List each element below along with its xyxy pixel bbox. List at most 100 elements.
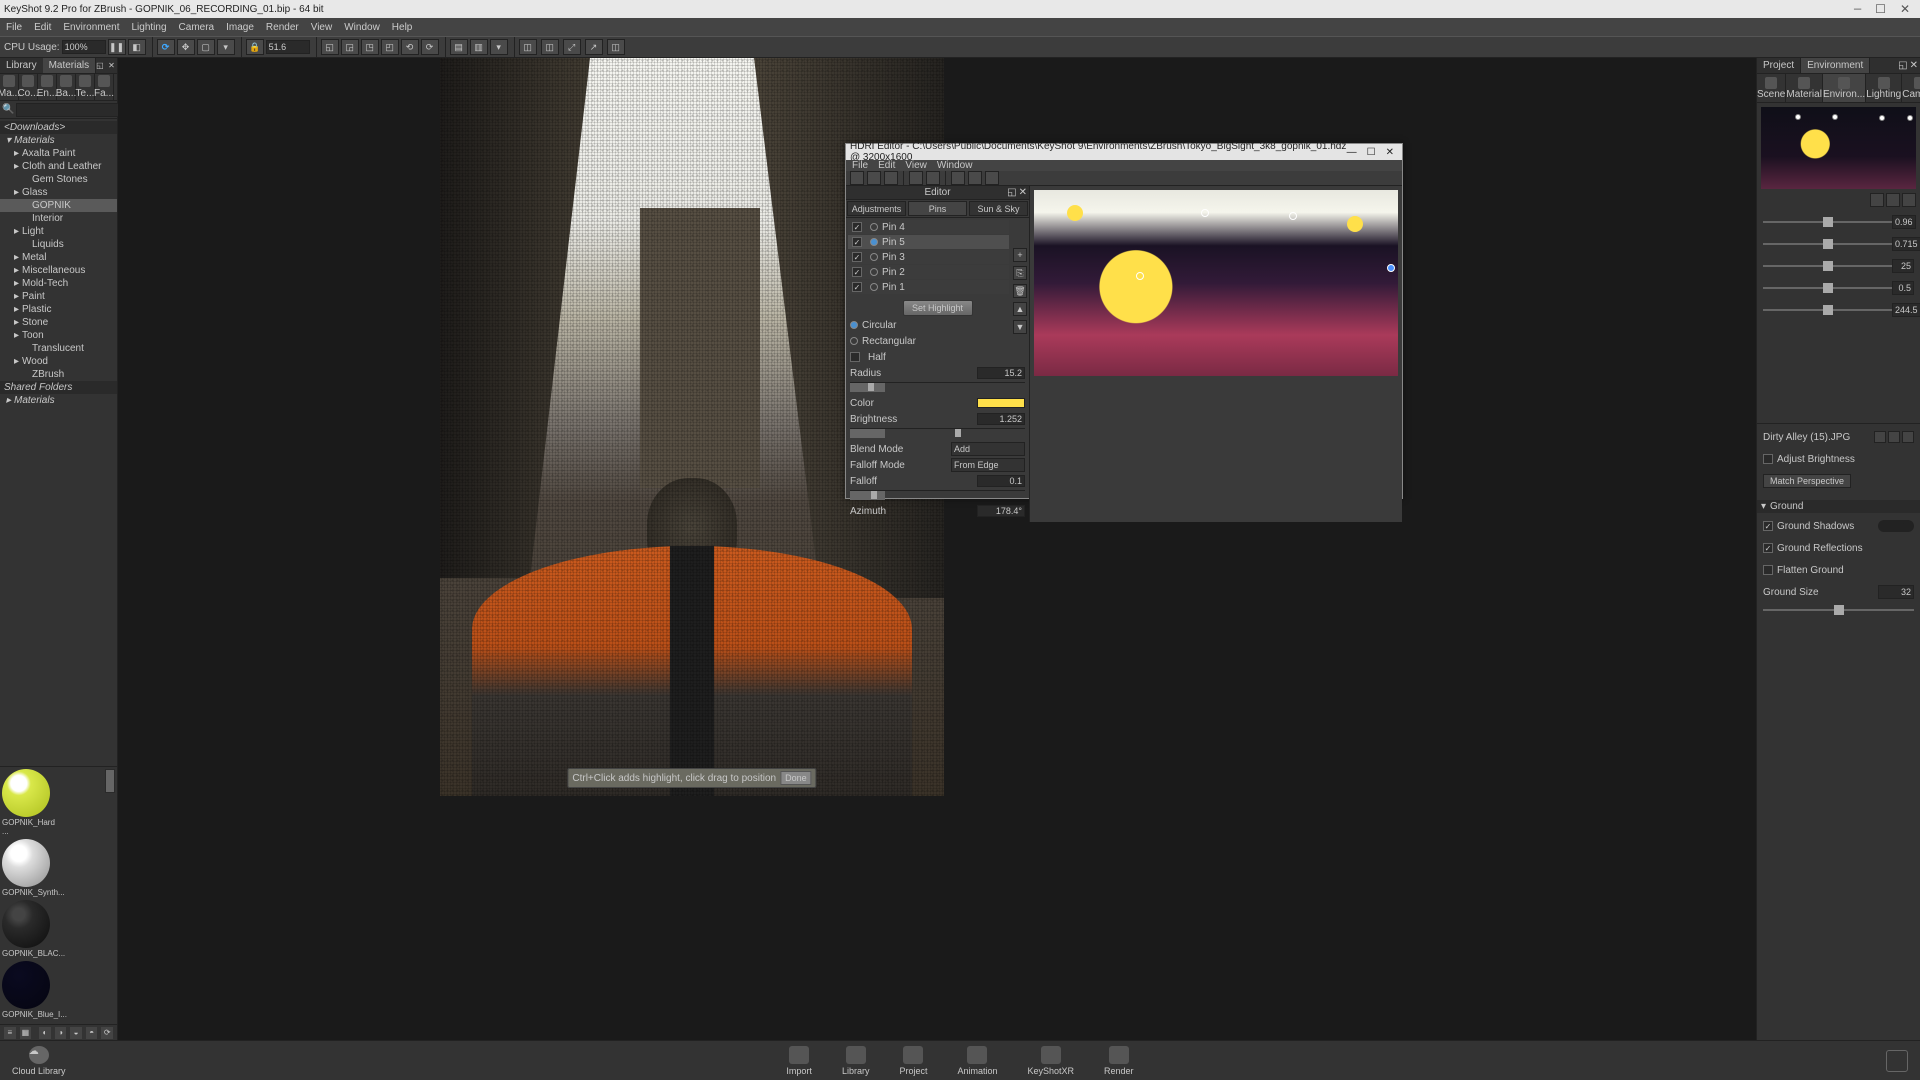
menu-file[interactable]: File xyxy=(6,22,22,33)
lock-icon[interactable]: 🔒 xyxy=(246,39,264,55)
tree-item-gem-stones[interactable]: Gem Stones xyxy=(0,173,117,186)
brightness-value[interactable]: 1.252 xyxy=(977,413,1025,425)
env-btn-add[interactable] xyxy=(1870,193,1884,207)
thumb-btn-c[interactable]: ◒ xyxy=(70,1027,82,1039)
tree-materials-2[interactable]: ▸Materials xyxy=(0,394,117,407)
cat-favorites[interactable]: Fa... xyxy=(95,74,114,100)
menu-image[interactable]: Image xyxy=(226,22,254,33)
ground-size-value[interactable]: 32 xyxy=(1878,585,1914,599)
tree-item-miscellaneous[interactable]: ▸Miscellaneous xyxy=(0,264,117,277)
shape-circular-radio[interactable] xyxy=(850,321,858,329)
frame-value-input[interactable] xyxy=(266,40,310,54)
tree-item-stone[interactable]: ▸Stone xyxy=(0,316,117,329)
ground-shadows-checkbox[interactable] xyxy=(1763,521,1773,531)
backplate-btn-b[interactable] xyxy=(1888,431,1900,443)
hdri-preview[interactable] xyxy=(1034,190,1398,376)
move-tool-icon[interactable]: ✥ xyxy=(177,39,195,55)
pin-row-pin-2[interactable]: Pin 2 xyxy=(848,265,1009,279)
tool-l-icon[interactable]: ⤢ xyxy=(563,39,581,55)
tool-b-icon[interactable]: ◲ xyxy=(341,39,359,55)
tree-item-translucent[interactable]: Translucent xyxy=(0,342,117,355)
hdri-tool-undo[interactable] xyxy=(909,171,923,185)
pin-row-pin-5[interactable]: Pin 5 xyxy=(848,235,1009,249)
close-button[interactable]: ✕ xyxy=(1900,2,1910,17)
env-slider-0[interactable] xyxy=(1763,221,1892,223)
hdri-tool-c[interactable] xyxy=(985,171,999,185)
hdri-tool-redo[interactable] xyxy=(926,171,940,185)
tool-f-icon[interactable]: ⟳ xyxy=(421,39,439,55)
hdri-minimize-button[interactable]: — xyxy=(1347,147,1357,158)
hdri-close-button[interactable]: ✕ xyxy=(1386,147,1394,158)
hint-done-button[interactable]: Done xyxy=(780,771,812,785)
pin-add-button[interactable]: + xyxy=(1013,248,1027,262)
bottom-library[interactable]: Library xyxy=(842,1046,870,1076)
menu-environment[interactable]: Environment xyxy=(63,22,119,33)
bottom-keyshotxr[interactable]: KeyShotXR xyxy=(1028,1046,1075,1076)
material-thumb[interactable]: GOPNIK_Synth... xyxy=(2,839,50,898)
menu-view[interactable]: View xyxy=(311,22,333,33)
rp-tab-lighting[interactable]: Lighting xyxy=(1866,74,1902,102)
tree-item-liquids[interactable]: Liquids xyxy=(0,238,117,251)
thumb-btn-b[interactable]: ◑ xyxy=(55,1027,67,1039)
falloff-slider[interactable] xyxy=(871,491,877,499)
tab-library[interactable]: Library xyxy=(0,58,43,73)
material-thumb[interactable]: GOPNIK_BLAC... xyxy=(2,900,50,959)
env-value-2[interactable]: 25 xyxy=(1892,259,1914,273)
panel-close-icon[interactable]: ✕ xyxy=(108,61,118,71)
set-highlight-button[interactable]: Set Highlight xyxy=(903,300,973,316)
adjust-brightness-checkbox[interactable] xyxy=(1763,454,1773,464)
tree-item-zbrush[interactable]: ZBrush xyxy=(0,368,117,381)
flatten-ground-checkbox[interactable] xyxy=(1763,565,1773,575)
tree-item-gopnik[interactable]: GOPNIK xyxy=(0,199,117,212)
hdri-tab-pins[interactable]: Pins xyxy=(908,201,967,216)
match-perspective-button[interactable]: Match Perspective xyxy=(1763,474,1851,488)
tool-c-icon[interactable]: ◳ xyxy=(361,39,379,55)
thumb-scrollbar[interactable] xyxy=(105,769,115,793)
rp-close-icon[interactable]: ✕ xyxy=(1910,60,1918,71)
tool-j-icon[interactable]: ◫ xyxy=(519,39,537,55)
tree-materials-root[interactable]: ▾Materials xyxy=(0,134,117,147)
env-slider-3[interactable] xyxy=(1763,287,1892,289)
ground-section-toggle[interactable]: ▾ xyxy=(1761,501,1766,512)
cpu-value-input[interactable] xyxy=(62,40,106,54)
cpu-button[interactable]: ◧ xyxy=(128,39,146,55)
fullscreen-button[interactable] xyxy=(1886,1050,1908,1072)
frame-tool-icon[interactable]: ▢ xyxy=(197,39,215,55)
rp-tab-scene[interactable]: Scene xyxy=(1757,74,1786,102)
radius-value[interactable]: 15.2 xyxy=(977,367,1025,379)
tree-downloads[interactable]: <Downloads> xyxy=(0,121,117,134)
tool-a-icon[interactable]: ◱ xyxy=(321,39,339,55)
thumb-list-icon[interactable]: ≡ xyxy=(4,1027,16,1039)
hdri-menu-file[interactable]: File xyxy=(852,160,868,171)
menu-render[interactable]: Render xyxy=(266,22,299,33)
bottom-animation[interactable]: Animation xyxy=(957,1046,997,1076)
tree-item-axalta-paint[interactable]: ▸Axalta Paint xyxy=(0,147,117,160)
backplate-btn-c[interactable] xyxy=(1902,431,1914,443)
env-value-4[interactable]: 244.5 xyxy=(1892,303,1920,317)
bottom-project[interactable]: Project xyxy=(899,1046,927,1076)
falloff-mode-select[interactable]: From Edge xyxy=(951,458,1025,472)
pin-row-pin-1[interactable]: Pin 1 xyxy=(848,280,1009,294)
blend-mode-select[interactable]: Add xyxy=(951,442,1025,456)
tree-item-wood[interactable]: ▸Wood xyxy=(0,355,117,368)
menu-window[interactable]: Window xyxy=(344,22,380,33)
pin-row-pin-3[interactable]: Pin 3 xyxy=(848,250,1009,264)
panel-detach-icon[interactable]: ◱ xyxy=(96,61,106,71)
env-value-3[interactable]: 0.5 xyxy=(1892,281,1914,295)
tool-i-icon[interactable]: ▾ xyxy=(490,39,508,55)
falloff-value[interactable]: 0.1 xyxy=(977,475,1025,487)
env-value-0[interactable]: 0.96 xyxy=(1892,215,1916,229)
hdri-tool-a[interactable] xyxy=(951,171,965,185)
hdri-titlebar[interactable]: HDRI Editor - C:\Users\Public\Documents\… xyxy=(846,144,1402,160)
tree-item-toon[interactable]: ▸Toon xyxy=(0,329,117,342)
bottom-render[interactable]: Render xyxy=(1104,1046,1134,1076)
material-thumb[interactable]: GOPNIK_Hard ... xyxy=(2,769,50,837)
bottom-import[interactable]: Import xyxy=(786,1046,812,1076)
env-value-1[interactable]: 0.715 xyxy=(1892,237,1920,251)
caret-icon[interactable]: ▾ xyxy=(217,39,235,55)
ground-reflections-checkbox[interactable] xyxy=(1763,543,1773,553)
thumb-grid-icon[interactable]: ▦ xyxy=(20,1027,32,1039)
azimuth-value[interactable]: 178.4° xyxy=(977,505,1025,517)
tree-item-cloth-and-leather[interactable]: ▸Cloth and Leather xyxy=(0,160,117,173)
tab-environment[interactable]: Environment xyxy=(1801,58,1870,73)
